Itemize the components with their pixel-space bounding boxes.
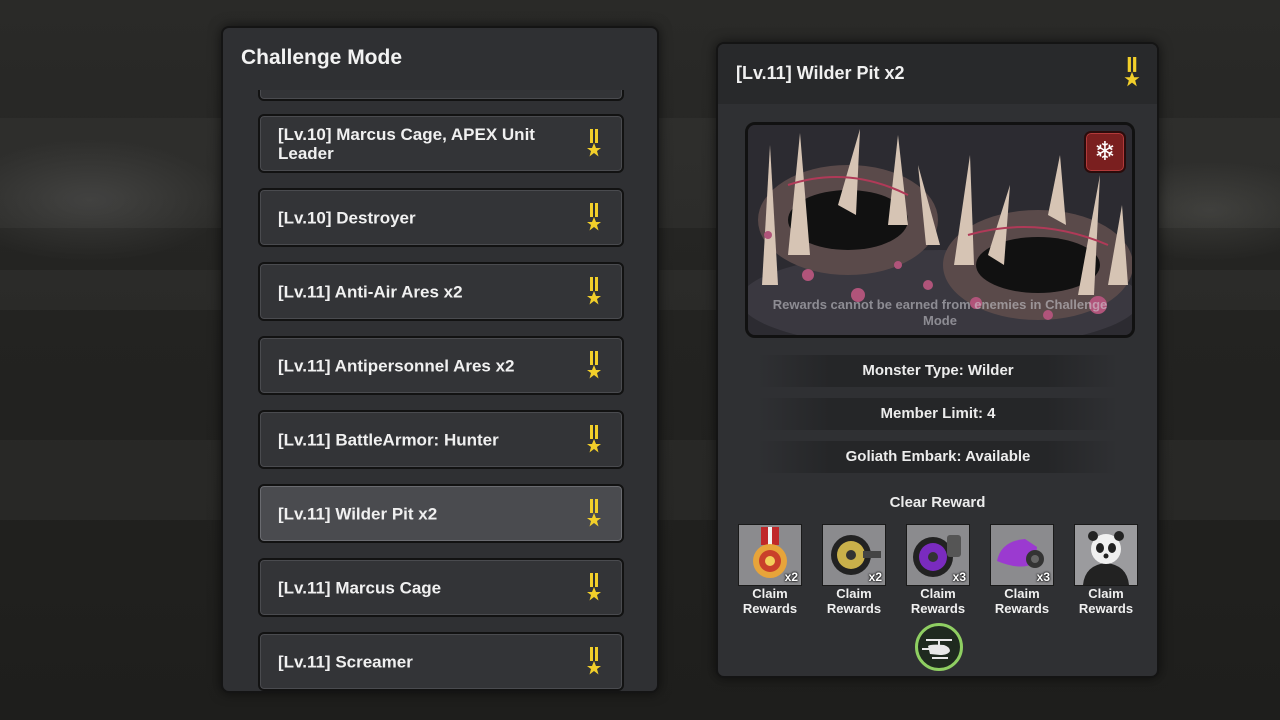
medal-icon [587, 350, 601, 378]
list-item-destroyer[interactable]: [Lv.10] Destroyer [258, 188, 624, 247]
panda-portrait-icon [1074, 524, 1138, 586]
medal-icon [587, 276, 601, 304]
list-item-label: [Lv.11] BattleArmor: Hunter [278, 430, 499, 449]
list-item-antipersonnel-ares[interactable]: [Lv.11] Antipersonnel Ares x2 [258, 336, 624, 395]
medal-icon: x2 [738, 524, 802, 586]
list-item-label: [Lv.11] Anti-Air Ares x2 [278, 282, 463, 301]
list-item-label: [Lv.10] Marcus Cage, APEX Unit Leader [278, 124, 535, 163]
reward-item[interactable]: x3 Claim Rewards [906, 524, 970, 616]
challenge-list[interactable]: [Lv.10] Marcus Cage, APEX Unit Leader [L… [223, 90, 657, 691]
list-item-marcus-cage-apex[interactable]: [Lv.10] Marcus Cage, APEX Unit Leader [258, 114, 624, 173]
preview-note: Rewards cannot be earned from enemies in… [772, 297, 1108, 328]
list-item-label: [Lv.11] Antipersonnel Ares x2 [278, 356, 515, 375]
reward-item[interactable]: x2 Claim Rewards [738, 524, 802, 616]
list-item-label: [Lv.11] Screamer [278, 652, 413, 671]
list-item-anti-air-ares[interactable]: [Lv.11] Anti-Air Ares x2 [258, 262, 624, 321]
claim-rewards-label: Claim Rewards [910, 586, 966, 616]
list-item-screamer[interactable]: [Lv.11] Screamer [258, 632, 624, 691]
reward-count: x3 [1036, 570, 1050, 584]
challenge-detail-panel: [Lv.11] Wilder Pit x2 ❄ Rewards cannot b… [716, 42, 1159, 678]
claim-rewards-label: Claim Rewards [826, 586, 882, 616]
reward-item[interactable]: x3 Claim Rewards [990, 524, 1054, 616]
claim-rewards-label: Claim Rewards [742, 586, 798, 616]
member-limit-row: Member Limit: 4 [758, 398, 1118, 430]
claim-rewards-label: Claim Rewards [994, 586, 1050, 616]
list-item-marcus-cage[interactable]: [Lv.11] Marcus Cage [258, 558, 624, 617]
medal-icon [587, 202, 601, 230]
medal-icon [587, 498, 601, 526]
medal-icon [1124, 57, 1140, 87]
reward-item[interactable]: Claim Rewards [1074, 524, 1138, 616]
claim-rewards-label: Claim Rewards [1078, 586, 1134, 616]
detail-title: [Lv.11] Wilder Pit x2 [736, 63, 905, 83]
reward-item[interactable]: x2 Claim Rewards [822, 524, 886, 616]
list-item-label: [Lv.11] Wilder Pit x2 [278, 504, 438, 523]
purple-gauntlet-icon: x3 [990, 524, 1054, 586]
reward-count: x2 [868, 570, 882, 584]
panel-title: Challenge Mode [241, 46, 403, 69]
purple-cable-reel-icon: x3 [906, 524, 970, 586]
medal-icon [587, 424, 601, 452]
detail-header: [Lv.11] Wilder Pit x2 [718, 44, 1157, 104]
medal-icon [587, 128, 601, 156]
goliath-embark-row: Goliath Embark: Available [758, 441, 1118, 473]
snowflake-icon[interactable]: ❄ [1084, 131, 1126, 173]
list-item-label: [Lv.11] Marcus Cage [278, 578, 442, 597]
helicopter-icon[interactable] [915, 623, 963, 671]
monster-type-row: Monster Type: Wilder [758, 355, 1118, 387]
reward-count: x3 [952, 570, 966, 584]
medal-icon [587, 646, 601, 674]
medal-icon [587, 572, 601, 600]
list-item-battlearmor-hunter[interactable]: [Lv.11] BattleArmor: Hunter [258, 410, 624, 469]
list-item-hidden[interactable] [258, 90, 624, 101]
challenge-list-panel: Challenge Mode [Lv.10] Marcus Cage, APEX… [221, 26, 659, 693]
yellow-cable-reel-icon: x2 [822, 524, 886, 586]
monster-preview-image: ❄ Rewards cannot be earned from enemies … [745, 122, 1135, 338]
clear-reward-heading: Clear Reward [889, 494, 986, 511]
list-item-label: [Lv.10] Destroyer [278, 208, 416, 227]
reward-count: x2 [784, 570, 798, 584]
list-item-wilder-pit[interactable]: [Lv.11] Wilder Pit x2 [258, 484, 624, 543]
